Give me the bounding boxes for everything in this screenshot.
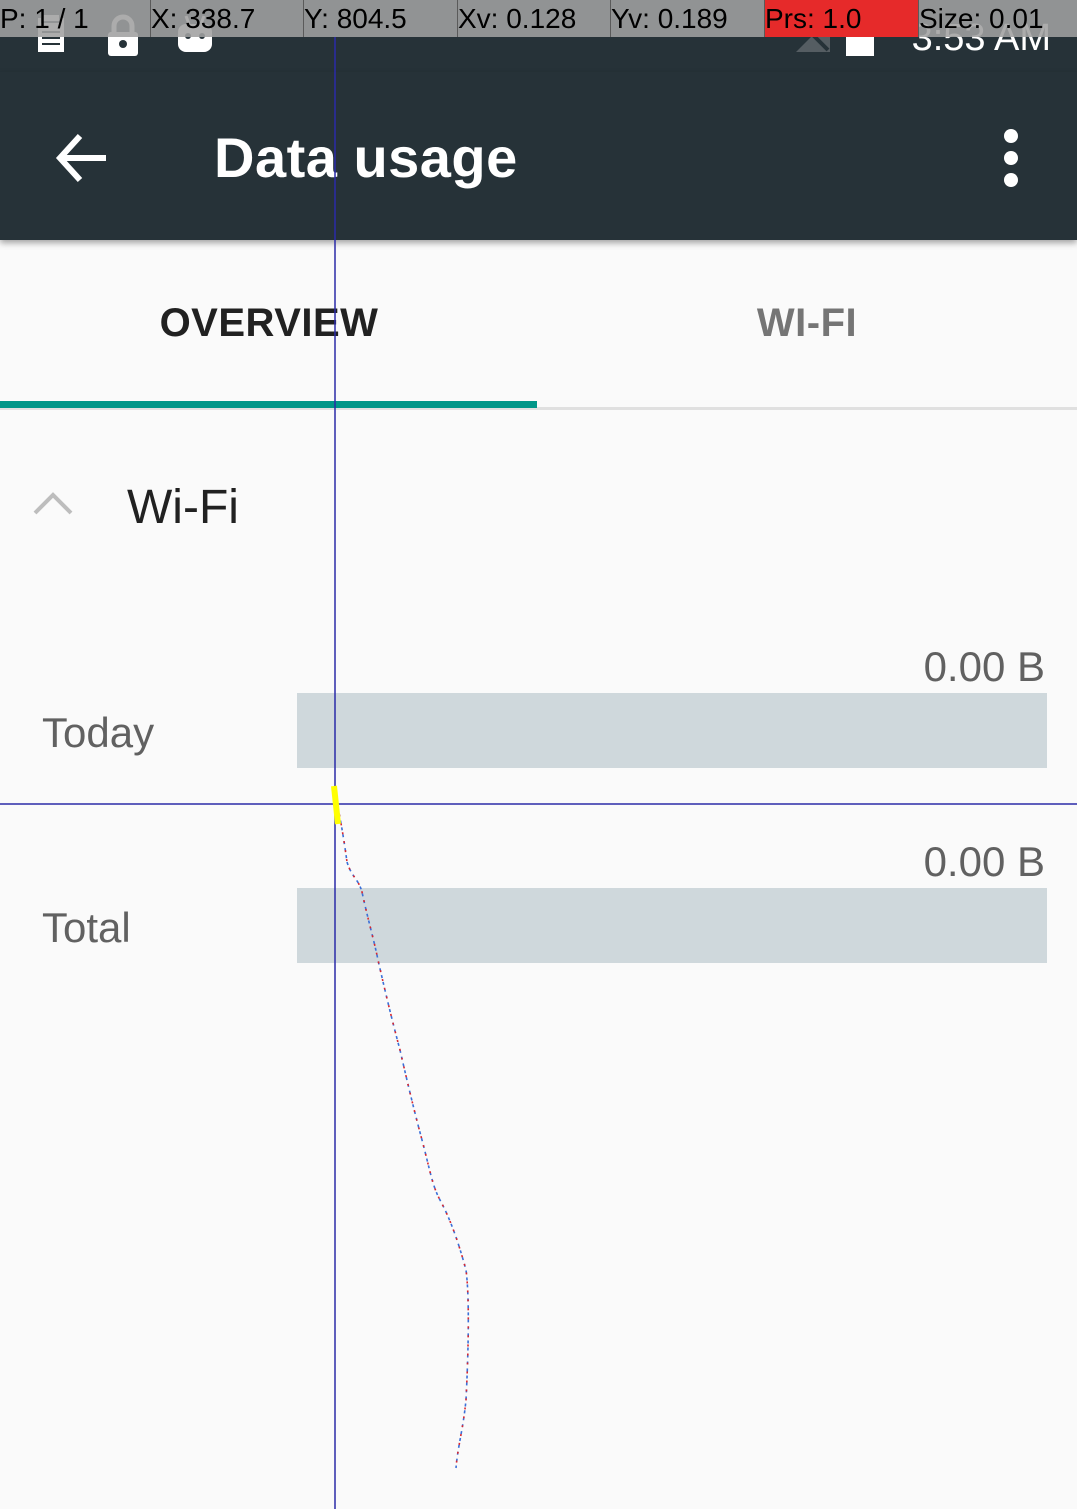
- pointer-y: Y: 804.5: [304, 0, 458, 37]
- more-options-button[interactable]: [982, 124, 1040, 192]
- usage-value: 0.00 B: [923, 838, 1045, 885]
- tab-bar: OVERVIEW WI-FI: [0, 240, 1077, 410]
- tab-indicator: [0, 401, 537, 408]
- pointer-x: X: 338.7: [151, 0, 304, 37]
- chevron-up-icon: [33, 492, 73, 515]
- pointer-x-velocity: Xv: 0.128: [458, 0, 611, 37]
- section-title: Wi-Fi: [127, 481, 239, 534]
- app-bar: Data usage: [0, 72, 1077, 240]
- page-title: Data usage: [214, 126, 518, 189]
- more-vert-icon: [1004, 129, 1018, 187]
- pointer-pressure: Prs: 1.0: [765, 0, 919, 37]
- usage-label: Total: [42, 904, 131, 951]
- usage-label: Today: [42, 709, 155, 756]
- back-button[interactable]: [48, 124, 116, 192]
- pointer-touch-marker: [331, 785, 341, 825]
- tab-overview[interactable]: OVERVIEW: [0, 240, 538, 407]
- pointer-y-velocity: Yv: 0.189: [611, 0, 765, 37]
- usage-bar: [297, 888, 1047, 963]
- pointer-location-overlay: P: 1 / 1 X: 338.7 Y: 804.5 Xv: 0.128 Yv:…: [0, 0, 1077, 37]
- wifi-section-header[interactable]: Wi-Fi: [0, 430, 1077, 590]
- tab-wifi[interactable]: WI-FI: [538, 240, 1076, 407]
- arrow-back-icon: [55, 133, 106, 183]
- pointer-count: P: 1 / 1: [0, 0, 151, 37]
- pointer-size: Size: 0.01: [919, 3, 1044, 34]
- usage-value: 0.00 B: [923, 643, 1045, 690]
- usage-bar: [297, 693, 1047, 768]
